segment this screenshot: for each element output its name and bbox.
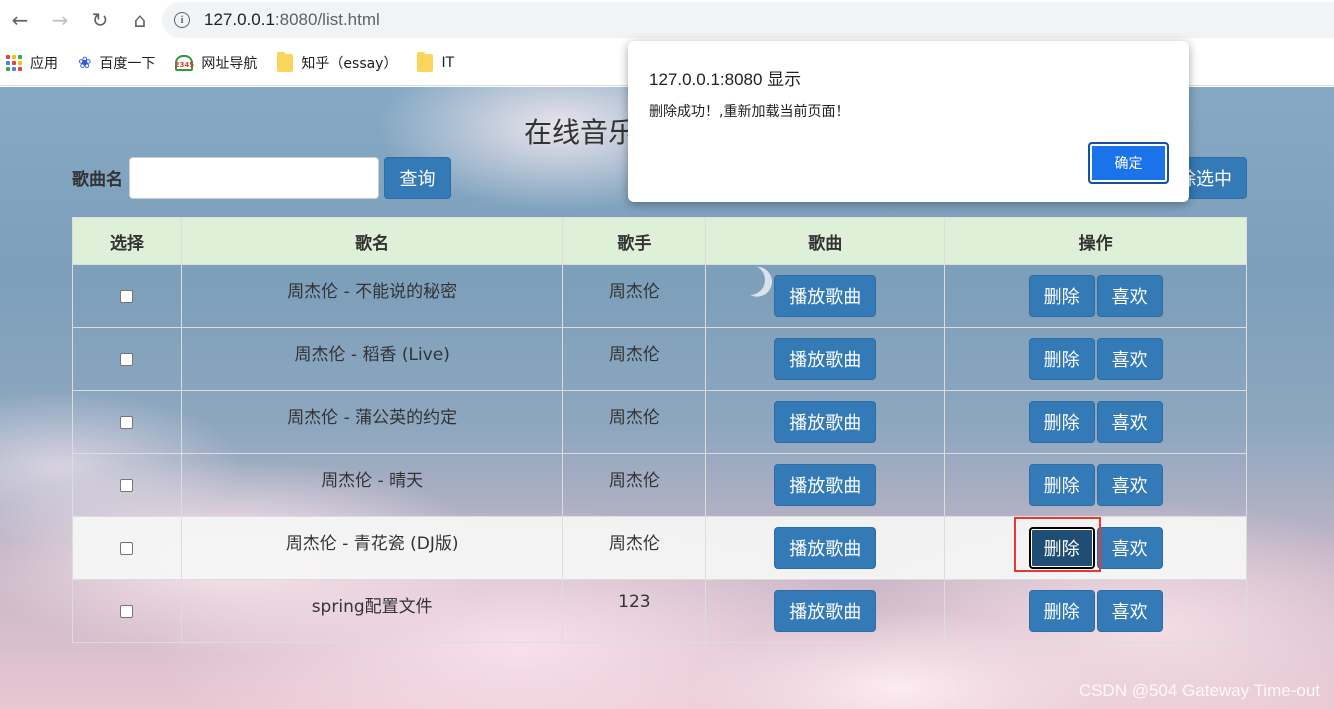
query-button[interactable]: 查询 [384, 157, 451, 199]
table-row: 周杰伦 - 稻香 (Live) 周杰伦 播放歌曲 删除 喜欢 [72, 327, 1247, 391]
column-header-song: 歌曲 [705, 217, 946, 265]
browser-toolbar: ← → ↻ ⌂ i 127.0.0.1:8080/list.html [0, 0, 1334, 40]
home-icon[interactable]: ⌂ [120, 0, 160, 40]
like-button[interactable]: 喜欢 [1096, 527, 1163, 569]
like-button[interactable]: 喜欢 [1096, 401, 1163, 443]
select-cell [72, 327, 182, 391]
row-checkbox[interactable] [120, 352, 134, 366]
column-header-singer: 歌手 [562, 217, 707, 265]
play-song-button[interactable]: 播放歌曲 [774, 527, 877, 569]
delete-button[interactable]: 删除 [1028, 590, 1095, 632]
delete-button[interactable]: 删除 [1028, 338, 1095, 380]
song-singer: 123 [562, 579, 707, 643]
table-row: 周杰伦 - 蒲公英的约定 周杰伦 播放歌曲 删除 喜欢 [72, 390, 1247, 454]
play-cell: 播放歌曲 [705, 516, 946, 580]
bookmark-apps[interactable]: 应用 [6, 49, 58, 77]
actions-cell: 删除 喜欢 [944, 390, 1247, 454]
like-button[interactable]: 喜欢 [1096, 275, 1163, 317]
song-singer: 周杰伦 [562, 390, 707, 454]
bookmark-label: 知乎（essay） [301, 55, 398, 72]
bookmark-label: 网址导航 [201, 55, 258, 72]
search-label: 歌曲名 [72, 170, 123, 190]
folder-icon [417, 51, 434, 72]
page-title: 在线音乐 [524, 116, 637, 149]
like-button[interactable]: 喜欢 [1096, 464, 1163, 506]
row-checkbox[interactable] [120, 478, 134, 492]
bookmark-folder-it[interactable]: IT [417, 49, 454, 77]
song-title: 周杰伦 - 青花瓷 (DJ版) [180, 516, 564, 580]
play-song-button[interactable]: 播放歌曲 [774, 401, 877, 443]
bookmark-folder-zhihu[interactable]: 知乎（essay） [277, 49, 397, 77]
actions-cell: 删除 喜欢 [944, 579, 1247, 643]
forward-arrow-icon[interactable]: → [40, 0, 80, 40]
song-singer: 周杰伦 [562, 327, 707, 391]
select-cell [72, 264, 182, 328]
song-singer: 周杰伦 [562, 516, 707, 580]
reload-icon[interactable]: ↻ [80, 0, 120, 40]
select-cell [72, 390, 182, 454]
dialog-ok-button[interactable]: 确定 [1088, 142, 1169, 184]
song-title: 周杰伦 - 不能说的秘密 [180, 264, 564, 328]
play-cell: 播放歌曲 [705, 264, 946, 328]
actions-cell: 删除 喜欢 [944, 264, 1247, 328]
play-cell: 播放歌曲 [705, 390, 946, 454]
bookmark-label: 百度一下 [99, 55, 156, 72]
bookmark-baidu[interactable]: ❀ 百度一下 [78, 49, 155, 77]
play-cell: 播放歌曲 [705, 327, 946, 391]
apps-grid-icon [6, 54, 22, 71]
search-input[interactable] [129, 157, 379, 199]
song-singer: 周杰伦 [562, 264, 707, 328]
dialog-message: 删除成功！,重新加载当前页面！ [649, 104, 850, 120]
delete-button[interactable]: 删除 [1028, 401, 1095, 443]
song-title: 周杰伦 - 晴天 [180, 453, 564, 517]
delete-button[interactable]: 删除 [1028, 464, 1095, 506]
bookmark-2345[interactable]: 2345 网址导航 [175, 49, 257, 77]
play-song-button[interactable]: 播放歌曲 [774, 590, 877, 632]
actions-cell: 删除 喜欢 [944, 516, 1247, 580]
actions-cell: 删除 喜欢 [944, 453, 1247, 517]
bookmark-label: 应用 [30, 55, 58, 72]
column-header-select: 选择 [72, 217, 182, 265]
delete-button-focused[interactable]: 删除 [1028, 527, 1095, 569]
row-checkbox[interactable] [120, 289, 134, 303]
folder-icon [277, 51, 294, 72]
row-checkbox[interactable] [120, 541, 134, 555]
baidu-paw-icon: ❀ [78, 53, 92, 72]
song-title: 周杰伦 - 蒲公英的约定 [180, 390, 564, 454]
table-header-row: 选择 歌名 歌手 歌曲 操作 [72, 217, 1247, 265]
watermark: CSDN @504 Gateway Time-out [1078, 681, 1320, 700]
song-title: 周杰伦 - 稻香 (Live) [180, 327, 564, 391]
back-arrow-icon[interactable]: ← [0, 0, 40, 40]
dialog-title: 127.0.0.1:8080 显示 [649, 70, 802, 89]
like-button[interactable]: 喜欢 [1096, 338, 1163, 380]
play-song-button[interactable]: 播放歌曲 [774, 338, 877, 380]
actions-cell: 删除 喜欢 [944, 327, 1247, 391]
select-cell [72, 453, 182, 517]
column-header-title: 歌名 [180, 217, 564, 265]
song-singer: 周杰伦 [562, 453, 707, 517]
bookmark-label: IT [441, 54, 455, 71]
row-checkbox[interactable] [120, 415, 134, 429]
song-title: spring配置文件 [180, 579, 564, 643]
site-info-icon[interactable]: i [174, 12, 190, 28]
url-text: 127.0.0.1:8080/list.html [204, 10, 380, 29]
table-row: 周杰伦 - 晴天 周杰伦 播放歌曲 删除 喜欢 [72, 453, 1247, 517]
play-song-button[interactable]: 播放歌曲 [774, 275, 877, 317]
delete-button[interactable]: 删除 [1028, 275, 1095, 317]
play-song-button[interactable]: 播放歌曲 [774, 464, 877, 506]
column-header-actions: 操作 [944, 217, 1247, 265]
address-bar[interactable]: i 127.0.0.1:8080/list.html [162, 2, 1334, 38]
select-cell [72, 516, 182, 580]
table-row: spring配置文件 123 播放歌曲 删除 喜欢 [72, 579, 1247, 643]
play-cell: 播放歌曲 [705, 579, 946, 643]
2345-icon: 2345 [175, 54, 194, 71]
select-cell [72, 579, 182, 643]
song-table: 选择 歌名 歌手 歌曲 操作 周杰伦 - 不能说的秘密 周杰伦 播放歌曲 删除喜… [72, 217, 1247, 643]
alert-dialog: 127.0.0.1:8080 显示 删除成功！,重新加载当前页面！ 确定 [628, 41, 1189, 202]
table-row: 周杰伦 - 不能说的秘密 周杰伦 播放歌曲 删除 喜欢 [72, 264, 1247, 328]
table-row-hovered: 周杰伦 - 青花瓷 (DJ版) 周杰伦 播放歌曲 删除 喜欢 [72, 516, 1247, 580]
like-button[interactable]: 喜欢 [1096, 590, 1163, 632]
row-checkbox[interactable] [120, 604, 134, 618]
play-cell: 播放歌曲 [705, 453, 946, 517]
